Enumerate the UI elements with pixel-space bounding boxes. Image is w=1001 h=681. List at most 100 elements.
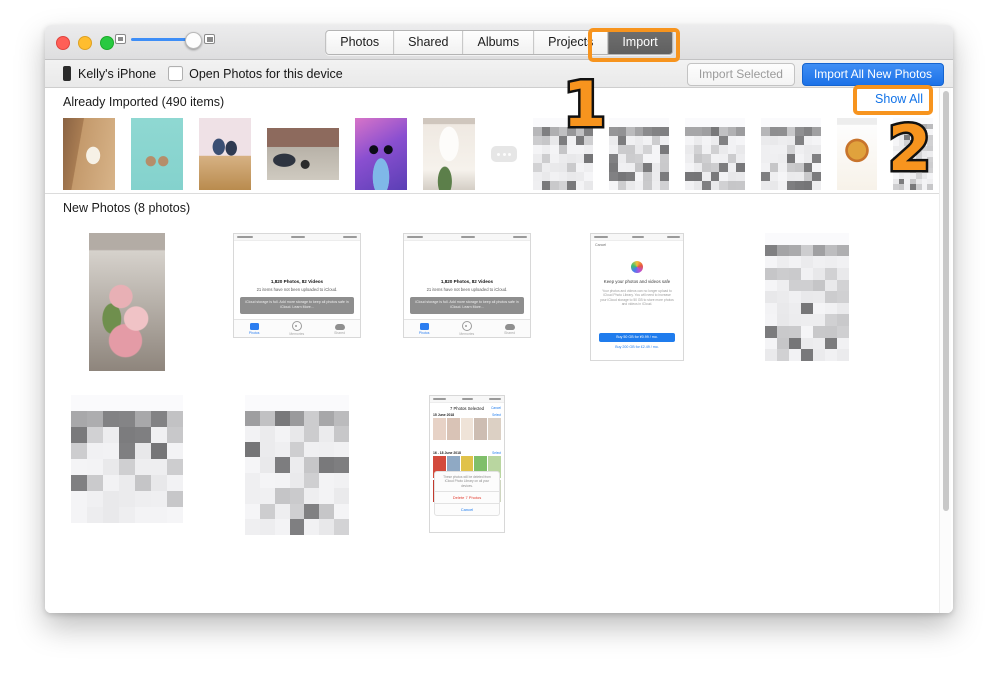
pizza-box-screenshot[interactable]: [837, 118, 877, 190]
tab-projects[interactable]: Projects: [534, 31, 609, 54]
ios-tab-memories[interactable]: Memories: [459, 321, 474, 336]
selection-cancel-button[interactable]: Cancel: [491, 406, 501, 410]
icloud-storage-full-screenshot-a[interactable]: 1,820 Photos, 82 Videos 21 items have not…: [233, 233, 361, 338]
vertical-scrollbar[interactable]: [939, 88, 951, 613]
ios-tab-photos[interactable]: Photos: [419, 322, 429, 335]
imported-thumbnail[interactable]: [199, 118, 251, 190]
memories-tab-icon: [461, 321, 472, 331]
ios-tab-memories[interactable]: Memories: [289, 321, 304, 336]
ellipsis-icon[interactable]: [491, 146, 517, 162]
ios-status-bar: [430, 396, 504, 403]
icloud-storage-full-screenshot-b[interactable]: 1,820 Photos, 82 Videos 21 items have not…: [403, 233, 531, 338]
imported-thumbnail[interactable]: [267, 128, 339, 180]
already-imported-title: Already Imported (490 items): [63, 94, 225, 109]
puppy-on-wood-floor[interactable]: [63, 118, 115, 190]
pixelated-censor-block: [609, 118, 669, 190]
icloud-full-banner[interactable]: iCloud storage is full. Add more storage…: [240, 296, 354, 314]
people-on-stairs[interactable]: [199, 118, 251, 190]
photo-subject: [355, 118, 407, 190]
shared-tab-icon: [334, 323, 345, 330]
two-figures-on-mint-background[interactable]: [131, 118, 183, 190]
window-titlebar: Photos Shared Albums Projects Import: [45, 25, 953, 60]
ios-tab-shared[interactable]: Shared: [334, 323, 345, 335]
pixelated-censor-block: [685, 118, 745, 190]
street-with-dog[interactable]: [267, 128, 339, 180]
imported-thumbnail[interactable]: [837, 118, 877, 190]
buy-50gb-button[interactable]: Buy 50 GB for ¥0.99 / mo.: [599, 332, 675, 342]
photo-row: [430, 417, 504, 441]
slider-knob[interactable]: [185, 31, 202, 49]
open-photos-checkbox[interactable]: [168, 66, 184, 81]
new-photo-cell[interactable]: 1,820 Photos, 82 Videos 21 items have not…: [403, 233, 531, 377]
scrollbar-thumb[interactable]: [943, 91, 949, 511]
storage-subtitle: 21 items have not been uploaded to iClou…: [426, 287, 508, 293]
already-imported-strip: [45, 115, 949, 194]
new-photos-title: New Photos (8 photos): [63, 200, 191, 215]
ios-tab-bar[interactable]: Photos Memories Shared: [404, 319, 530, 337]
ios-status-bar: [404, 234, 530, 241]
photo-subject: [199, 118, 251, 190]
photo-subject: [131, 118, 183, 190]
photos-app-window: Photos Shared Albums Projects Import Kel…: [45, 25, 953, 613]
new-photo-cell[interactable]: Cancel Keep your photos and videos safe Yo…: [573, 233, 701, 377]
imported-thumbnail[interactable]: [761, 118, 821, 190]
tab-albums[interactable]: Albums: [463, 31, 535, 54]
storage-title: 1,820 Photos, 82 Videos: [440, 279, 494, 284]
photos-tab-icon: [249, 322, 259, 330]
already-imported-header: Already Imported (490 items) Show All: [45, 88, 953, 115]
photo-subject: [267, 128, 339, 180]
imported-thumbnail[interactable]: [63, 118, 115, 190]
import-all-new-photos-button[interactable]: Import All New Photos: [801, 63, 944, 86]
buy-200gb-button[interactable]: Buy 200 GB for £2.49 / mo.: [591, 345, 683, 349]
purple-rabbit-mural[interactable]: [355, 118, 407, 190]
delete-photos-button[interactable]: Delete 7 Photos: [435, 491, 499, 503]
new-photo-cell[interactable]: [63, 233, 191, 377]
thumbnail-size-slider[interactable]: [115, 31, 215, 49]
pixelated-censor-block: [245, 395, 349, 535]
screenshot-root: Photos Shared Albums Projects Import Kel…: [0, 0, 1001, 681]
new-photo-cell[interactable]: 1,820 Photos, 82 Videos 21 items have not…: [233, 233, 361, 377]
icloud-full-banner[interactable]: iCloud storage is full. Add more storage…: [410, 296, 524, 314]
imported-thumbnail[interactable]: [423, 118, 475, 190]
view-tabs[interactable]: Photos Shared Albums Projects Import: [325, 30, 673, 55]
tab-import[interactable]: Import: [608, 31, 672, 54]
slider-track[interactable]: [131, 31, 202, 49]
annotation-number-2: 2: [885, 112, 933, 185]
ios-status-bar: [234, 234, 360, 241]
box-of-peaches-photo[interactable]: [89, 233, 165, 371]
imported-thumbnail[interactable]: [609, 118, 669, 190]
imported-thumbnail[interactable]: [131, 118, 183, 190]
import-selected-button[interactable]: Import Selected: [686, 63, 795, 86]
device-name: Kelly's iPhone: [78, 66, 157, 81]
tab-photos[interactable]: Photos: [326, 31, 395, 54]
icloud-upgrade-screenshot[interactable]: Cancel Keep your photos and videos safe Yo…: [590, 233, 684, 361]
new-photo-cell[interactable]: [233, 395, 361, 539]
new-photo-cell[interactable]: [743, 233, 871, 377]
zoom-button[interactable]: [100, 36, 114, 50]
show-all-button[interactable]: Show All: [867, 90, 931, 108]
storage-title: 1,820 Photos, 82 Videos: [270, 279, 324, 284]
small-thumbnail-icon: [115, 34, 126, 44]
pixelated-censor-block: [761, 118, 821, 190]
pixelated-censor-block: [765, 233, 849, 361]
white-arch-with-plants[interactable]: [423, 118, 475, 190]
ios-status-bar: [591, 234, 683, 241]
new-photo-cell[interactable]: [63, 395, 191, 539]
close-button[interactable]: [56, 36, 70, 50]
tab-shared[interactable]: Shared: [394, 31, 464, 54]
upgrade-body: Your photos and videos can no longer upl…: [600, 288, 674, 307]
delete-photos-confirmation-screenshot[interactable]: 7 Photos Selected Cancel 15 June 2018 Selec…: [429, 395, 505, 533]
ios-tab-bar[interactable]: Photos Memories Shared: [234, 319, 360, 337]
icloud-photos-logo: [631, 261, 643, 273]
new-photos-grid: 1,820 Photos, 82 Videos 21 items have not…: [45, 221, 953, 557]
imported-thumbnail[interactable]: [355, 118, 407, 190]
imported-thumbnail[interactable]: [685, 118, 745, 190]
ios-tab-shared[interactable]: Shared: [504, 323, 515, 335]
memories-tab-icon: [291, 321, 302, 331]
minimize-button[interactable]: [78, 36, 92, 50]
pixelated-censor-block: [71, 395, 183, 523]
ios-tab-photos[interactable]: Photos: [249, 322, 259, 335]
alert-cancel-button[interactable]: Cancel: [435, 503, 499, 515]
new-photo-cell[interactable]: 7 Photos Selected Cancel 15 June 2018 Selec…: [403, 395, 531, 539]
upgrade-headline: Keep your photos and videos safe: [603, 279, 671, 284]
